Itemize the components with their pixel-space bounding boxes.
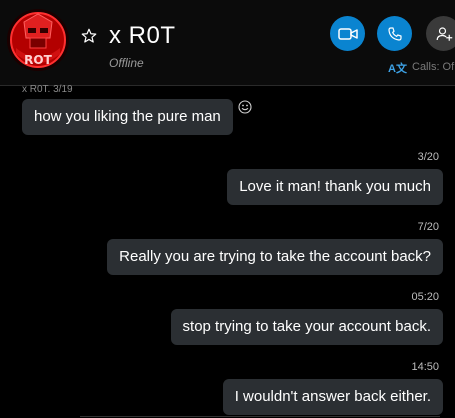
incoming-message-bubble[interactable]: how you liking the pure man [22, 99, 233, 135]
star-icon[interactable] [80, 27, 98, 45]
outgoing-message-bubble[interactable]: stop trying to take your account back. [170, 309, 443, 345]
message-sender-meta: x R0T, 3/19 [22, 84, 73, 92]
emoji-icon[interactable] [238, 100, 252, 114]
video-call-icon [337, 27, 358, 40]
outgoing-message-bubble[interactable]: Really you are trying to take the accoun… [107, 239, 443, 275]
chat-header: ROT x R0T Offline A文 Calls: Of [0, 0, 455, 86]
message-timestamp: 14:50 [411, 361, 439, 373]
translate-icon[interactable]: A文 [388, 60, 407, 76]
video-call-button[interactable] [330, 16, 365, 51]
add-person-icon [436, 26, 452, 41]
contact-name: x R0T [109, 22, 176, 49]
message-timestamp: 7/20 [417, 221, 439, 233]
presence-status: Offline [109, 56, 144, 70]
outgoing-message-bubble[interactable]: Love it man! thank you much [227, 169, 443, 205]
add-people-button[interactable] [426, 16, 455, 51]
calls-status-label: Calls: Of [412, 61, 455, 73]
contact-avatar[interactable]: ROT [6, 8, 70, 72]
outgoing-message-bubble[interactable]: I wouldn't answer back either. [222, 379, 443, 415]
svg-text:ROT: ROT [24, 53, 52, 67]
message-timestamp: 05:20 [411, 291, 439, 303]
message-text: Love it man! thank you much [239, 178, 431, 195]
message-timestamp: 3/20 [417, 151, 439, 163]
message-text: stop trying to take your account back. [182, 318, 431, 335]
composer-divider [80, 416, 440, 417]
message-text: I wouldn't answer back either. [234, 388, 431, 405]
message-text: Really you are trying to take the accoun… [119, 248, 431, 265]
audio-call-button[interactable] [377, 16, 412, 51]
phone-icon [387, 26, 402, 41]
message-text: how you liking the pure man [34, 108, 221, 125]
